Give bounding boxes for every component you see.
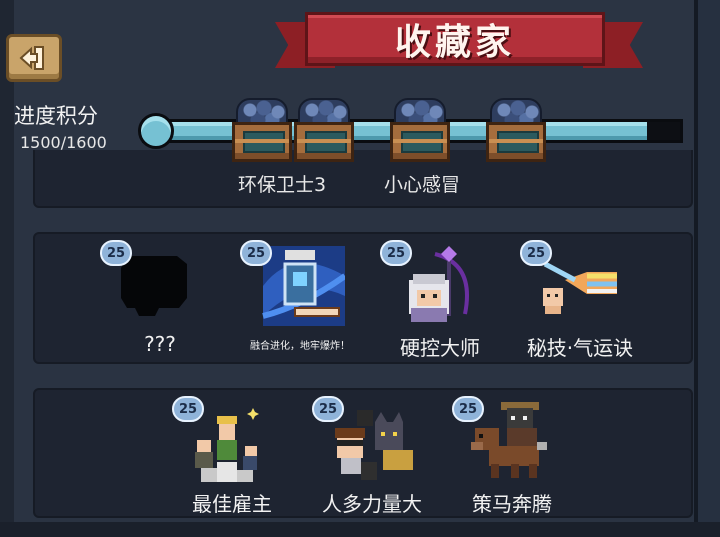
achievement-item-unknown[interactable]: 25 ??? [100,240,220,360]
achievement-item-control-master[interactable]: 25 硬控大师 [380,240,500,360]
back-arrow-icon [19,46,44,70]
milestone-chest[interactable] [486,98,546,164]
achievement-caption: 融合进化，地牢爆炸！ [250,341,350,352]
points-badge: 25 [520,240,552,266]
achievement-name: ??? [144,332,176,356]
achievement-row-partial [33,150,693,208]
progress-value: 1500/1600 [20,133,107,152]
bottom-edge [0,522,720,537]
points-badge: 25 [312,396,344,422]
achievement-item-secret-skill[interactable]: 25 秘技·气运诀 [520,240,640,360]
right-scrollbar[interactable] [694,0,720,537]
page-title: 收藏家 [394,22,515,63]
points-badge: 25 [172,396,204,422]
achievement-name: 最佳雇主 [192,492,272,516]
achievement-name: 小心感冒 [384,174,461,196]
progress-label: 进度积分 [14,104,98,128]
points-badge: 25 [452,396,484,422]
achievement-item-galloping[interactable]: 25 策马奔腾 [452,396,572,516]
progress-bar-cap [138,113,174,149]
back-button[interactable] [6,34,62,82]
achievement-item-fusion[interactable]: 25 融合进化，地牢爆炸！ [240,240,360,360]
achievement-name: 环保卫士3 [238,174,327,196]
points-badge: 25 [100,240,132,266]
achievement-name: 秘技·气运诀 [526,336,634,360]
achievement-name: 策马奔腾 [472,492,552,516]
achievement-name: 人多力量大 [322,492,422,516]
milestone-chest[interactable] [294,98,354,164]
milestone-chest[interactable] [390,98,450,164]
achievement-item-strength-in-numbers[interactable]: 25 人多力量大 [312,396,432,516]
achievement-item-best-employer[interactable]: 25 最佳雇主 [172,396,292,516]
points-badge: 25 [380,240,412,266]
points-badge: 25 [240,240,272,266]
title-banner: 收藏家 [305,12,605,66]
achievement-name: 硬控大师 [400,336,480,360]
milestone-chest[interactable] [232,98,292,164]
